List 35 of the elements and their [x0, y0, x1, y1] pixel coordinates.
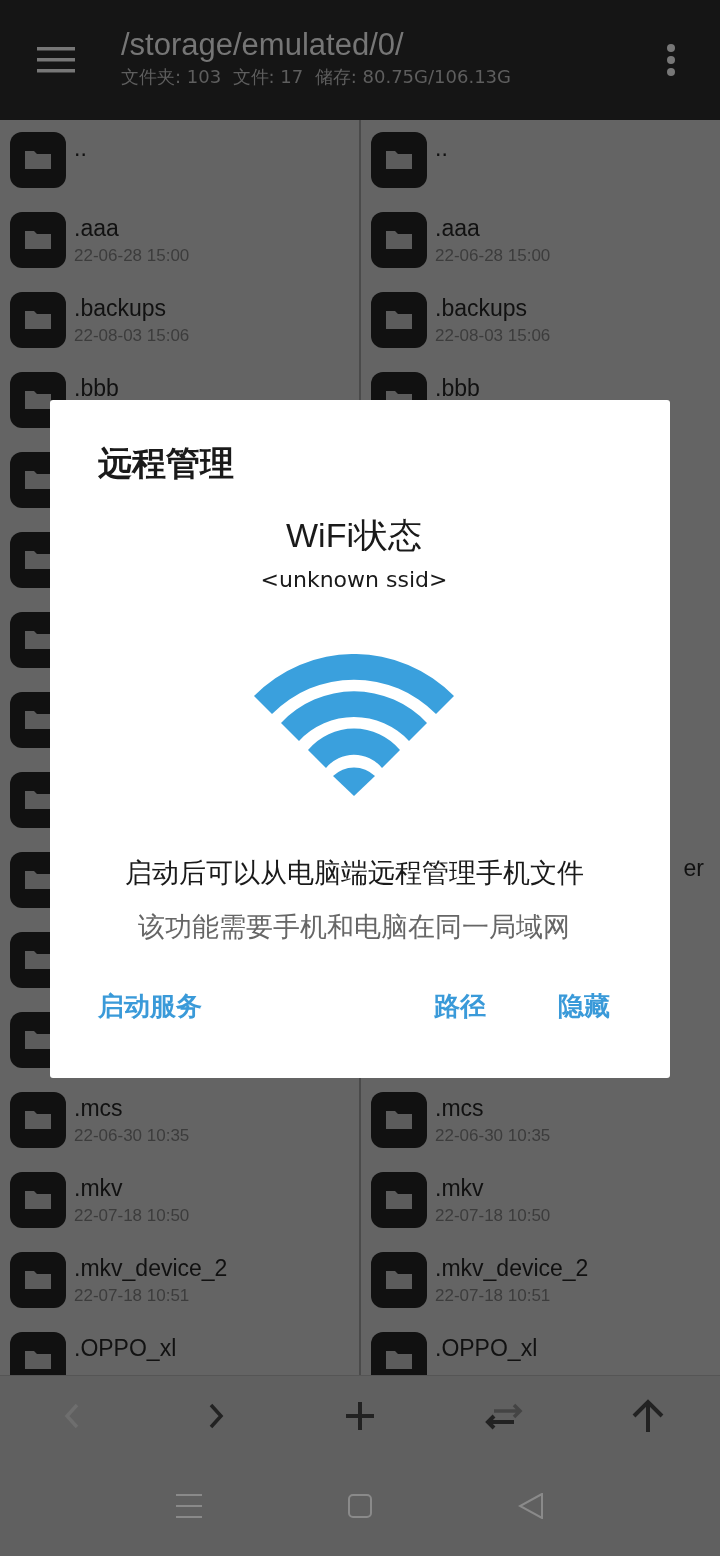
- note-text: 该功能需要手机和电脑在同一局域网: [138, 910, 570, 944]
- file-name[interactable]: .bbb: [435, 372, 480, 404]
- dialog-button[interactable]: 启动服务: [98, 986, 202, 1026]
- file-name[interactable]: .mkv: [435, 1172, 551, 1204]
- storage-summary: 文件夹: 103 文件: 17 储存: 80.75G/106.13G: [121, 65, 512, 89]
- file-name[interactable]: .backups: [435, 292, 551, 324]
- file-name[interactable]: .aaa: [74, 212, 190, 244]
- file-name[interactable]: .mcs: [74, 1092, 190, 1124]
- file-name[interactable]: .mkv: [74, 1172, 190, 1204]
- plus-icon[interactable]: [345, 1401, 375, 1431]
- file-name[interactable]: er: [683, 852, 704, 884]
- file-name[interactable]: ..: [74, 132, 87, 164]
- wifi-icon: [254, 654, 454, 796]
- more-options-icon[interactable]: [666, 43, 676, 77]
- file-name[interactable]: ..: [435, 132, 448, 164]
- home-icon[interactable]: [348, 1494, 372, 1518]
- file-name[interactable]: .mkv_device_2: [74, 1252, 228, 1284]
- back-icon[interactable]: [518, 1493, 544, 1519]
- ssid-text: <unknown ssid>: [260, 566, 448, 594]
- description-text: 启动后可以从电脑端远程管理手机文件: [124, 856, 584, 890]
- file-name[interactable]: .mkv_device_2: [435, 1252, 589, 1284]
- current-path: /storage/emulated/0/: [121, 26, 405, 64]
- menu-icon[interactable]: [37, 47, 75, 73]
- dialog-button[interactable]: 路径: [434, 986, 486, 1026]
- file-name[interactable]: .bbb: [74, 372, 119, 404]
- dialog-title: 远程管理: [98, 442, 234, 485]
- file-name[interactable]: .OPPO_xl: [74, 1332, 177, 1364]
- file-name[interactable]: .OPPO_xl: [435, 1332, 538, 1364]
- menu-icon[interactable]: [176, 1493, 202, 1519]
- status-title: WiFi状态: [286, 515, 422, 556]
- file-name[interactable]: .mcs: [435, 1092, 551, 1124]
- file-name[interactable]: .backups: [74, 292, 190, 324]
- dialog-button[interactable]: 隐藏: [558, 986, 610, 1026]
- arrow-up-icon[interactable]: [632, 1399, 664, 1433]
- file-name[interactable]: .aaa: [435, 212, 551, 244]
